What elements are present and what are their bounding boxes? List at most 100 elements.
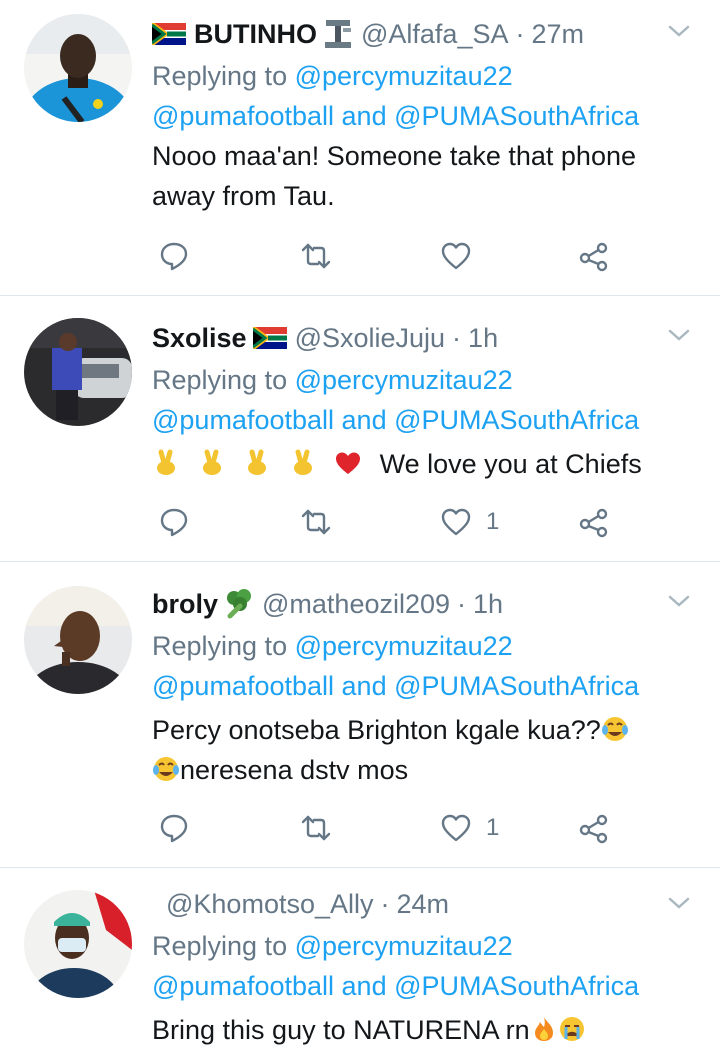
mention-link[interactable]: @PUMASouthAfrica [394, 671, 639, 701]
mention-link[interactable]: @PUMASouthAfrica [394, 971, 639, 1001]
mention-and[interactable]: and [342, 101, 387, 131]
mention-link[interactable]: @percymuzitau22 [295, 931, 513, 961]
user-handle[interactable]: @SxolieJuju [295, 318, 445, 358]
timestamp[interactable]: 27m [532, 14, 585, 54]
mention-link[interactable]: @pumafootball [152, 671, 334, 701]
timestamp[interactable]: 1h [468, 318, 498, 358]
timestamp[interactable]: 1h [473, 584, 503, 624]
tweet-text: Percy onotseba Brighton kgale kua?? nere… [152, 710, 697, 790]
broccoli-icon [224, 588, 254, 620]
timestamp[interactable]: 24m [397, 884, 450, 924]
avatar[interactable] [24, 586, 132, 694]
separator-dot: · [457, 589, 467, 619]
tweet-text: Bring this guy to NATURENA rn [152, 1010, 697, 1050]
tweet-text-line: neresena dstv mos [180, 755, 409, 785]
mention-link[interactable]: @PUMASouthAfrica [394, 405, 639, 435]
tears-of-joy-emoji-icon [152, 755, 180, 783]
replying-prefix: Replying to [152, 931, 288, 961]
mention-link[interactable]: @pumafootball [152, 971, 334, 1001]
tweet-text-line: We love you at Chiefs [379, 449, 642, 479]
reply-icon [158, 240, 190, 272]
mention-link[interactable]: @pumafootball [152, 405, 334, 435]
chevron-down-icon[interactable] [664, 888, 694, 918]
mention-and[interactable]: and [342, 405, 387, 435]
tweet-header: broly @matheozil209 · 1h [152, 584, 503, 624]
reply-button[interactable] [158, 236, 190, 276]
chevron-down-icon[interactable] [664, 320, 694, 350]
action-bar: 1 [152, 502, 622, 542]
replying-to: Replying to @percymuzitau22 @pumafootbal… [152, 626, 639, 706]
avatar[interactable] [24, 890, 132, 998]
like-count: 1 [486, 814, 500, 841]
share-button[interactable] [578, 236, 610, 276]
tweet-text: We love you at Chiefs [152, 444, 697, 484]
avatar[interactable] [24, 14, 132, 122]
mention-link[interactable]: @percymuzitau22 [295, 61, 513, 91]
retweet-icon [300, 506, 332, 538]
mention-link[interactable]: @pumafootball [152, 101, 334, 131]
display-name[interactable]: Sxolise [152, 318, 247, 358]
avatar[interactable] [24, 318, 132, 426]
tweet-text-line: Nooo maa'an! Someone take that phone [152, 141, 636, 171]
replying-to: Replying to @percymuzitau22 @pumafootbal… [152, 360, 639, 440]
chevron-down-icon[interactable] [664, 16, 694, 46]
user-handle[interactable]: @Alfafa_SA [361, 14, 509, 54]
retweet-button[interactable] [300, 502, 332, 542]
display-name[interactable]: broly [152, 584, 218, 624]
display-name[interactable]: BUTINHO [194, 14, 317, 54]
share-icon [578, 240, 610, 272]
red-heart-emoji-icon [334, 449, 362, 477]
tweet[interactable]: Sxolise @SxolieJuju · 1h Replying to @pe… [0, 296, 720, 562]
tweet[interactable]: broly @matheozil209 · 1h Replying to @pe… [0, 562, 720, 868]
tweet[interactable]: BUTINHO @Alfafa_SA · 27m Replying to @pe… [0, 0, 720, 296]
replying-prefix: Replying to [152, 631, 288, 661]
reply-button[interactable] [158, 808, 190, 848]
separator-dot: · [515, 19, 525, 49]
retweet-button[interactable] [300, 808, 332, 848]
separator-dot: · [380, 889, 390, 919]
mention-link[interactable]: @percymuzitau22 [295, 631, 513, 661]
tweet-text-line: Percy onotseba Brighton kgale kua?? [152, 715, 601, 745]
like-button[interactable]: 1 [440, 502, 499, 542]
replies-feed: BUTINHO @Alfafa_SA · 27m Replying to @pe… [0, 0, 720, 1051]
share-icon [578, 812, 610, 844]
retweet-button[interactable] [300, 236, 332, 276]
like-button[interactable] [440, 236, 472, 276]
victory-hand-emoji-icon [289, 449, 317, 477]
like-button[interactable]: 1 [440, 808, 499, 848]
replying-prefix: Replying to [152, 365, 288, 395]
heart-icon [440, 812, 472, 844]
mention-and[interactable]: and [342, 971, 387, 1001]
heart-icon [440, 240, 472, 272]
reply-icon [158, 812, 190, 844]
reply-icon [158, 506, 190, 538]
south-africa-flag-icon [152, 23, 186, 45]
share-button[interactable] [578, 502, 610, 542]
anvil-clamp-icon [323, 18, 353, 50]
victory-hand-emoji-icon [243, 449, 271, 477]
reply-button[interactable] [158, 502, 190, 542]
replying-prefix: Replying to [152, 61, 288, 91]
mention-and[interactable]: and [342, 671, 387, 701]
victory-hand-emoji-icon [198, 449, 226, 477]
chevron-down-icon[interactable] [664, 586, 694, 616]
mention-link[interactable]: @percymuzitau22 [295, 365, 513, 395]
replying-to: Replying to @percymuzitau22 @pumafootbal… [152, 926, 639, 1006]
share-icon [578, 506, 610, 538]
user-handle[interactable]: @matheozil209 [262, 584, 450, 624]
tweet-text-line: away from Tau. [152, 181, 335, 211]
heart-icon [440, 506, 472, 538]
retweet-icon [300, 240, 332, 272]
share-button[interactable] [578, 808, 610, 848]
tweet[interactable]: @Khomotso_Ally · 24m Replying to @percym… [0, 868, 720, 1051]
victory-hand-emoji-icon [152, 449, 180, 477]
replying-to: Replying to @percymuzitau22 @pumafootbal… [152, 56, 639, 136]
like-count: 1 [486, 508, 500, 535]
action-bar: 1 [152, 808, 622, 848]
mention-link[interactable]: @PUMASouthAfrica [394, 101, 639, 131]
tears-of-joy-emoji-icon [601, 715, 629, 743]
user-handle[interactable]: @Khomotso_Ally [166, 884, 374, 924]
south-africa-flag-icon [252, 327, 287, 349]
crying-face-emoji-icon [558, 1015, 586, 1043]
action-bar [152, 236, 622, 276]
